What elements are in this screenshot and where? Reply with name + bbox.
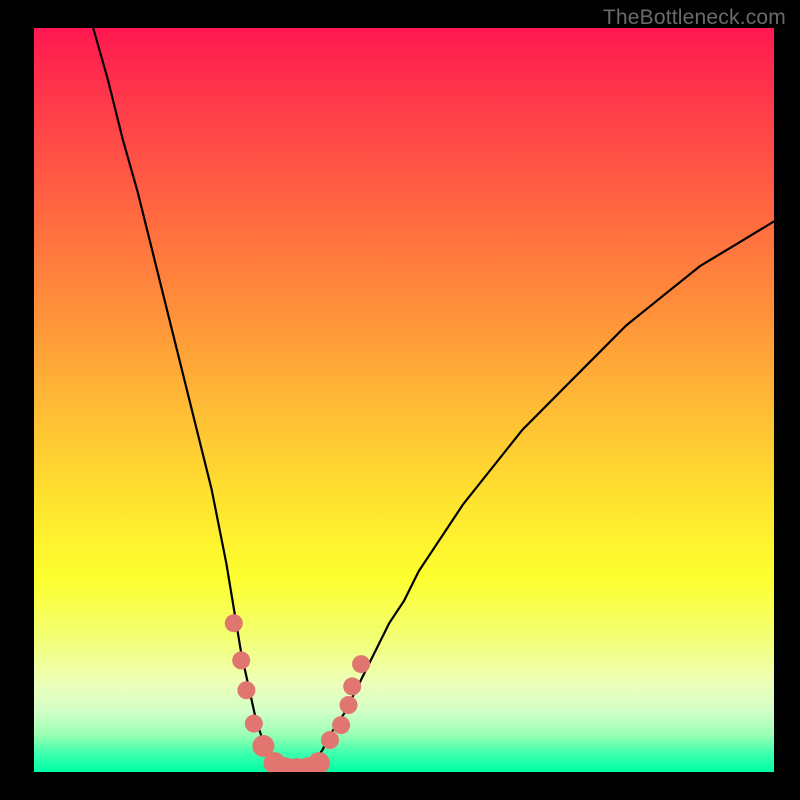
- bottleneck-curve: [93, 28, 774, 769]
- curve-markers: [225, 614, 370, 772]
- curve-marker: [225, 614, 243, 632]
- curve-path: [93, 28, 774, 769]
- curve-marker: [232, 651, 250, 669]
- curve-marker: [340, 696, 358, 714]
- curve-marker: [343, 677, 361, 695]
- curve-marker: [308, 752, 330, 772]
- watermark-text: TheBottleneck.com: [603, 6, 786, 30]
- chart-frame: TheBottleneck.com: [0, 0, 800, 800]
- chart-plot-area: [34, 28, 774, 772]
- curve-marker: [352, 655, 370, 673]
- curve-marker: [245, 715, 263, 733]
- curve-marker: [332, 716, 350, 734]
- curve-marker: [321, 731, 339, 749]
- curve-marker: [237, 681, 255, 699]
- chart-svg: [34, 28, 774, 772]
